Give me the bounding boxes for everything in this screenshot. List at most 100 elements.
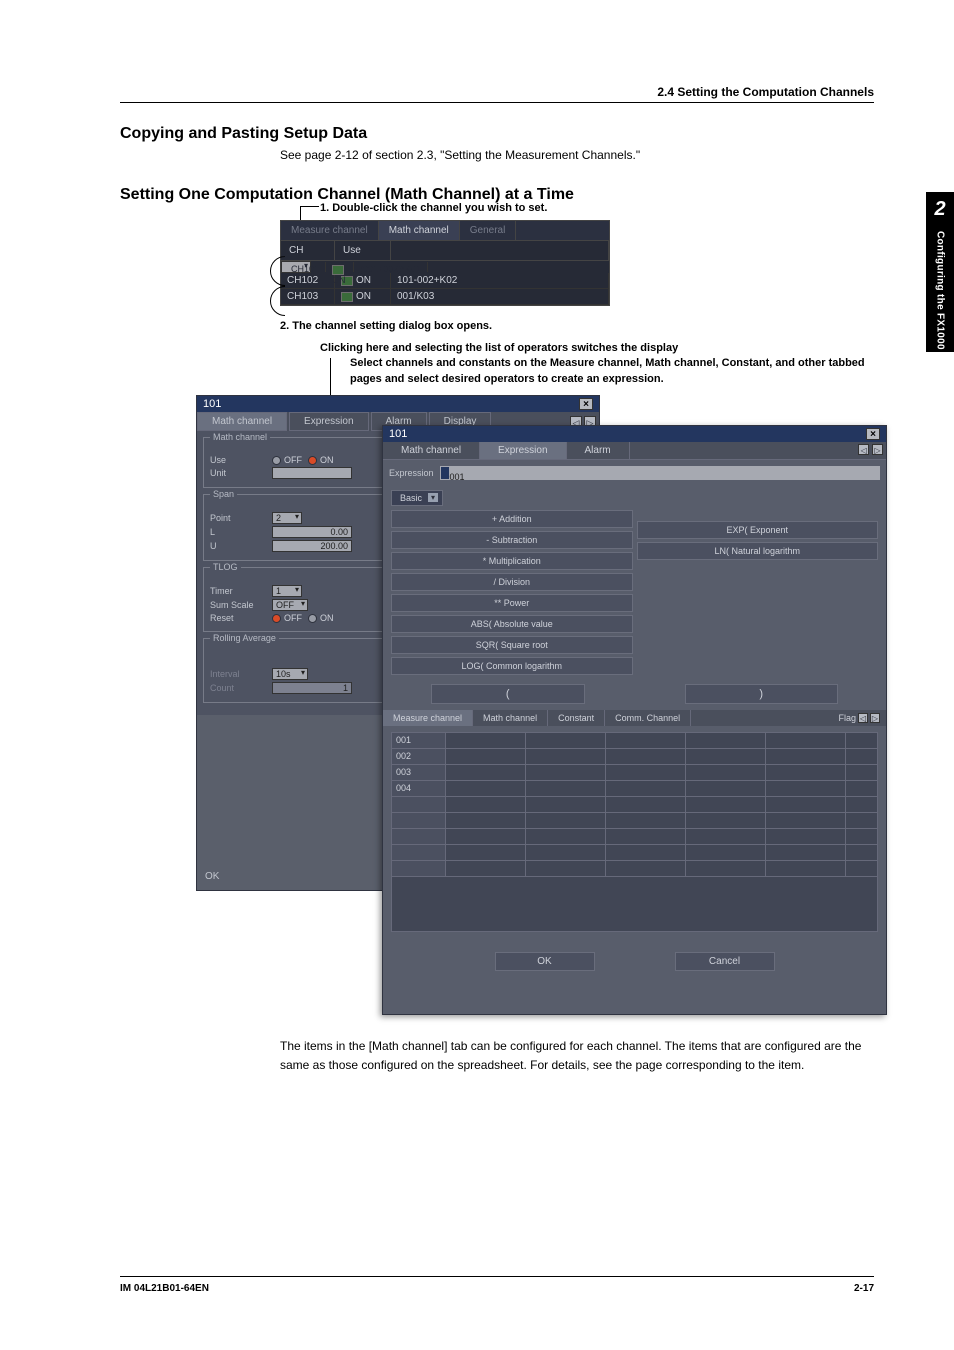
span-l-label: L (210, 527, 266, 537)
expr-subtabs: Math channel Expression Alarm ◁ ▷ (383, 442, 886, 460)
table-row[interactable]: CH103 ON 001/K03 (281, 289, 609, 305)
tab-expression[interactable]: Expression (480, 442, 566, 459)
cell-use: ON (335, 289, 391, 304)
tab-alarm[interactable]: Alarm (567, 442, 630, 459)
table-row[interactable]: CH102 ON 101-002+K02 (281, 273, 609, 289)
titlebar: 101 × (383, 426, 886, 442)
span-l-input[interactable]: 0.00 (272, 526, 352, 538)
arrow-right-icon[interactable]: ▷ (872, 444, 883, 455)
op-division[interactable]: / Division (391, 573, 633, 591)
dialog-title: 101 (389, 428, 407, 440)
table-row[interactable]: CH101 ON (001+002)*K01 (281, 261, 311, 273)
tab-math-channel[interactable]: Math channel (379, 221, 460, 240)
expression-input[interactable]: 001 (440, 466, 880, 480)
op-abs[interactable]: ABS( Absolute value (391, 615, 633, 633)
srctab-measure[interactable]: Measure channel (383, 710, 473, 726)
list-item[interactable]: 002 (392, 749, 877, 765)
reset-off-radio[interactable]: OFF (272, 613, 302, 623)
span-u-input[interactable]: 200.00 (272, 540, 352, 552)
op-exp[interactable]: EXP( Exponent (637, 521, 879, 539)
channel-list-window: Measure channel Math channel General CH … (280, 220, 610, 306)
tab-math-channel[interactable]: Math channel (197, 412, 287, 431)
dialog-button-row: OK Cancel (383, 942, 886, 983)
list-item[interactable]: 004 (392, 781, 877, 797)
document-id: IM 04L21B01-64EN (120, 1283, 209, 1294)
op-log[interactable]: LOG( Common logarithm (391, 657, 633, 675)
cell-expr: 001/K03 (391, 289, 609, 304)
paren-row: ( ) (391, 684, 878, 704)
use-on-radio[interactable]: ON (308, 455, 334, 465)
operator-grid: + Addition - Subtraction * Multiplicatio… (391, 510, 878, 678)
srctab-constant[interactable]: Constant (548, 710, 605, 726)
src-item: 004 (392, 781, 446, 796)
legend: Span (210, 489, 237, 499)
click-note-text: Clicking here and selecting the list of … (320, 342, 678, 354)
op-multiplication[interactable]: * Multiplication (391, 552, 633, 570)
srctab-comm[interactable]: Comm. Channel (605, 710, 691, 726)
body-copying-note: See page 2-12 of section 2.3, "Setting t… (280, 147, 874, 164)
radio-icon (272, 614, 281, 623)
reset-on-radio[interactable]: ON (308, 613, 334, 623)
close-icon[interactable]: × (579, 398, 593, 410)
cell-on: ON (356, 275, 371, 286)
flag-label: Flag (838, 713, 856, 723)
span-u-label: U (210, 541, 266, 551)
arrow-left-icon[interactable]: ◁ (858, 444, 869, 455)
operator-category-row: Basic (391, 490, 878, 506)
tab-math-channel[interactable]: Math channel (383, 442, 480, 459)
section-header: 2.4 Setting the Computation Channels (657, 85, 874, 99)
page-number: 2-17 (854, 1283, 874, 1294)
expression-row: Expression 001 (383, 460, 886, 486)
srctab-math[interactable]: Math channel (473, 710, 548, 726)
operator-category-dropdown[interactable]: Basic (391, 490, 443, 506)
list-item[interactable]: 003 (392, 765, 877, 781)
tab-general[interactable]: General (460, 221, 517, 240)
list-item (392, 813, 877, 829)
cell-expr: 101-002+K02 (391, 273, 609, 288)
op-ln[interactable]: LN( Natural logarithm (637, 542, 879, 560)
paren-close-button[interactable]: ) (685, 684, 839, 704)
radio-icon (308, 456, 317, 465)
list-item[interactable]: 001 (392, 733, 877, 749)
srctab-flag[interactable]: Flag ◁ ▷ (832, 710, 886, 726)
checkbox-icon (341, 292, 353, 302)
arrow-left-icon[interactable]: ◁ (858, 713, 868, 723)
point-select[interactable]: 2 (272, 512, 302, 524)
legend: Math channel (210, 432, 270, 442)
source-tabs: Measure channel Math channel Constant Co… (383, 710, 886, 726)
list-item (392, 829, 877, 845)
op-subtraction[interactable]: - Subtraction (391, 531, 633, 549)
arrow-right-icon[interactable]: ▷ (870, 713, 880, 723)
count-input[interactable]: 1 (272, 682, 352, 694)
ok-button[interactable]: OK (495, 952, 595, 971)
legend: TLOG (210, 562, 241, 572)
cancel-button[interactable]: Cancel (675, 952, 775, 971)
timer-select[interactable]: 1 (272, 585, 302, 597)
dialog-title: 101 (203, 398, 221, 410)
sumscale-select[interactable]: OFF (272, 599, 308, 611)
page-footer: IM 04L21B01-64EN 2-17 (120, 1276, 874, 1294)
paren-open-button[interactable]: ( (431, 684, 585, 704)
select-note: Select channels and constants on the Mea… (350, 356, 874, 387)
op-sqr[interactable]: SQR( Square root (391, 636, 633, 654)
cell-on: ON (356, 291, 371, 302)
op-power[interactable]: ** Power (391, 594, 633, 612)
step-2-label: 2. The channel setting dialog box opens. (280, 320, 874, 332)
cell-ch: CH103 (281, 289, 335, 304)
use-off-radio[interactable]: OFF (272, 455, 302, 465)
operator-col-right: EXP( Exponent LN( Natural logarithm (637, 510, 879, 678)
op-addition[interactable]: + Addition (391, 510, 633, 528)
grid-header-use: Use (335, 241, 391, 260)
unit-input[interactable] (272, 467, 352, 479)
step-1-text: 1. Double-click the channel you wish to … (320, 202, 547, 214)
legend: Rolling Average (210, 633, 279, 643)
section-rule (120, 102, 874, 103)
checkbox-icon (332, 265, 344, 275)
ok-partial-label: OK (205, 871, 219, 882)
interval-select[interactable]: 10s (272, 668, 308, 680)
tab-measure-channel[interactable]: Measure channel (281, 221, 379, 240)
close-icon[interactable]: × (866, 428, 880, 440)
radio-icon (308, 614, 317, 623)
tab-expression[interactable]: Expression (289, 412, 368, 431)
use-label: Use (210, 455, 266, 465)
